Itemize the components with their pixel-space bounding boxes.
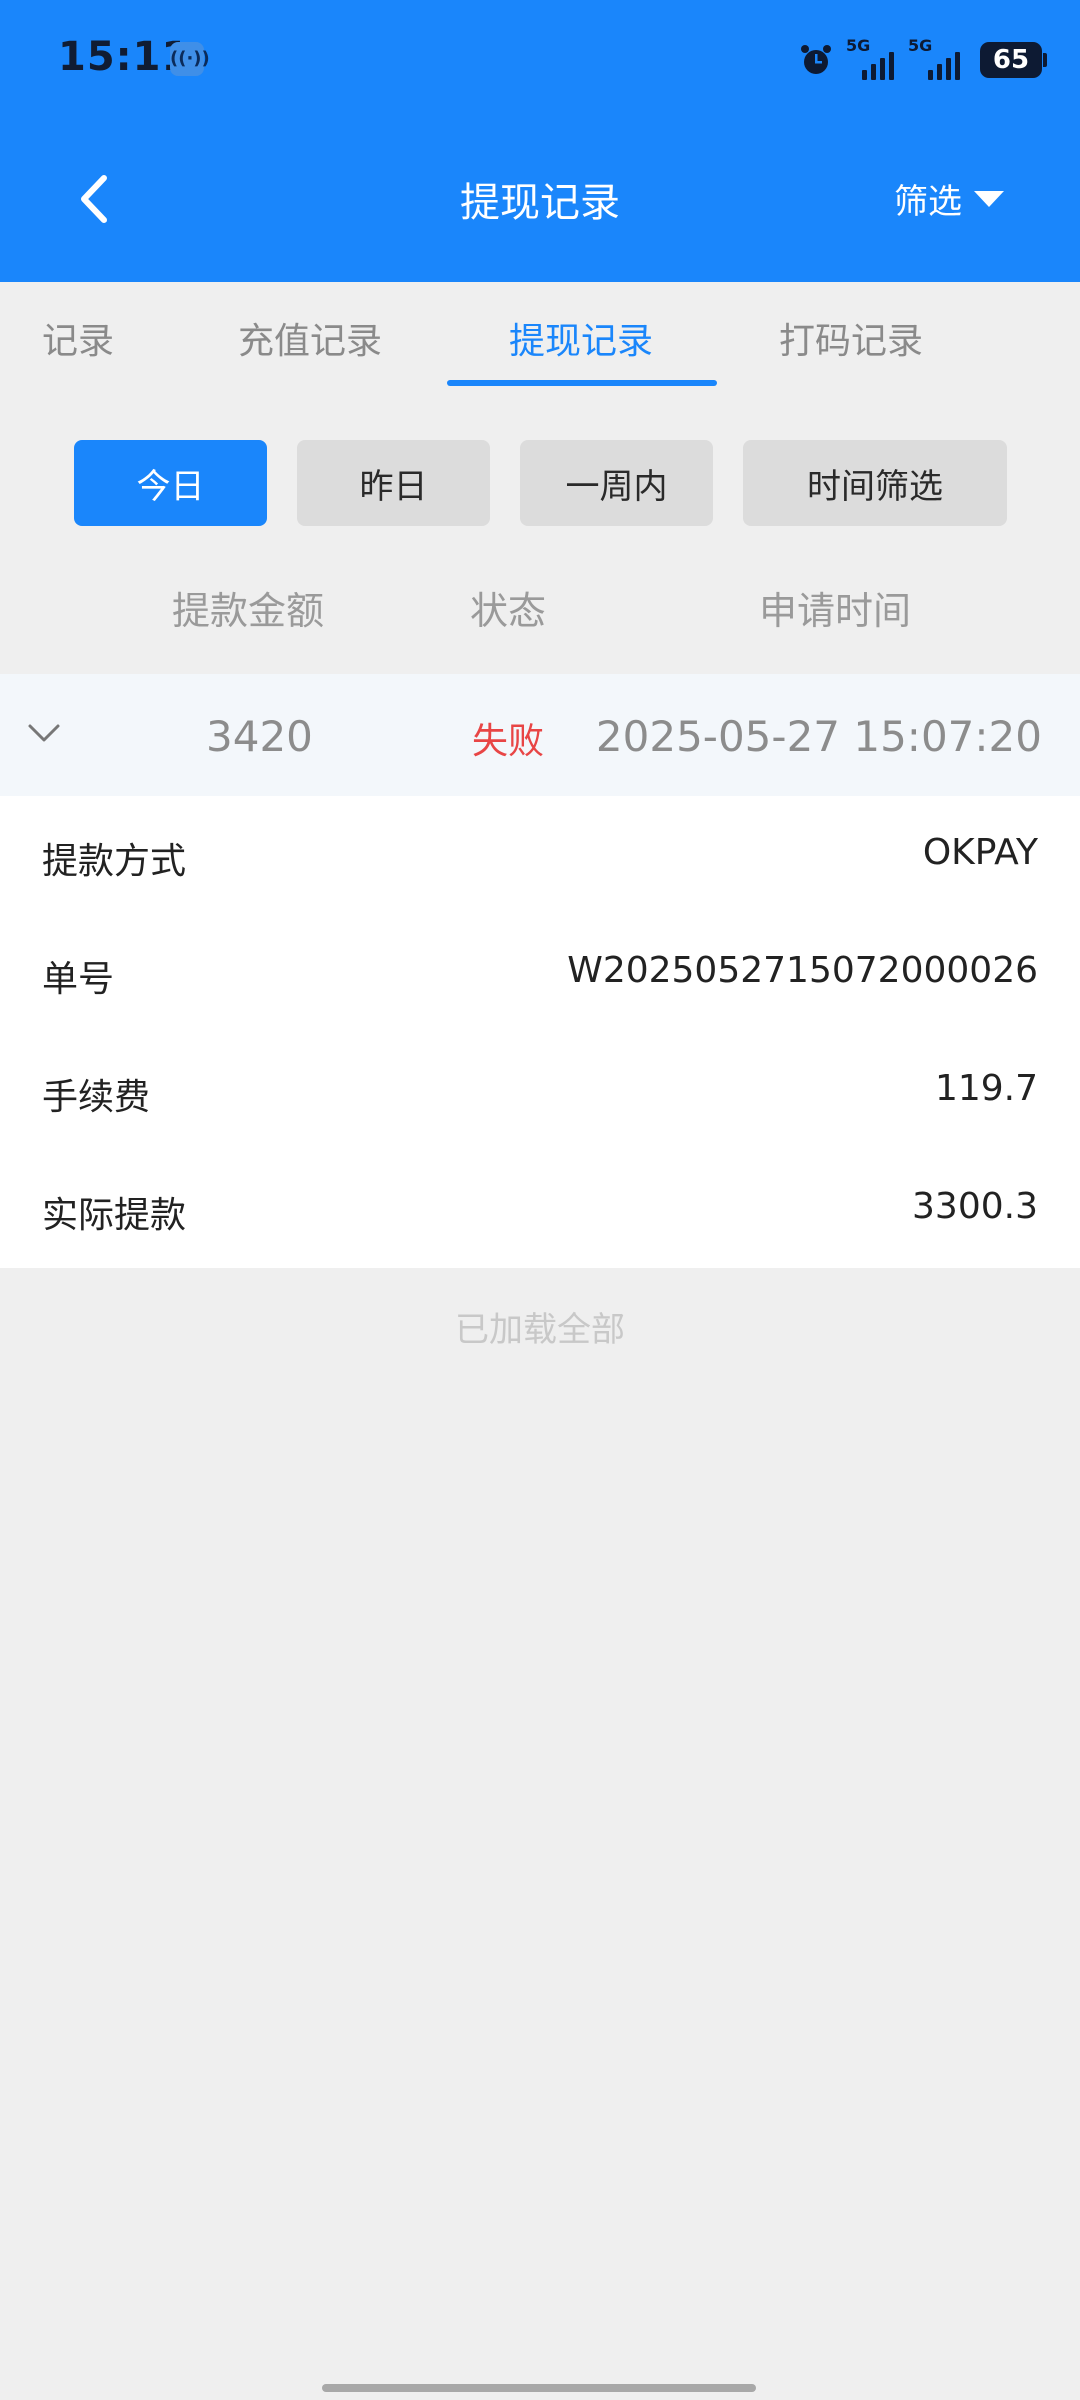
detail-label: 实际提款	[42, 1195, 187, 1236]
tab-betting-records[interactable]: 打码记录	[779, 312, 923, 364]
home-indicator[interactable]	[322, 2384, 756, 2392]
filter-yesterday-button[interactable]: 昨日	[297, 440, 490, 526]
detail-value: W2025052715072000026	[567, 950, 1038, 991]
filter-label: 筛选	[894, 182, 962, 222]
filter-week-button[interactable]: 一周内	[520, 440, 713, 526]
network-type-1: 5G	[846, 36, 871, 55]
detail-value: 3300.3	[912, 1186, 1038, 1227]
column-time: 申请时间	[759, 589, 912, 633]
tab-deposit-records[interactable]: 充值记录	[238, 312, 382, 364]
triangle-down-icon	[974, 190, 1004, 207]
column-status: 状态	[470, 589, 547, 633]
status-icons: 5G 5G 65	[798, 36, 1047, 82]
filter-today-button[interactable]: 今日	[74, 440, 267, 526]
signal-icon-2: 5G	[908, 36, 968, 80]
tab-withdraw-records[interactable]: 提现记录	[509, 312, 653, 364]
detail-value: 119.7	[934, 1068, 1038, 1109]
signal-icon: 5G	[846, 36, 896, 80]
load-complete-text: 已加载全部	[455, 1310, 625, 1350]
active-tab-indicator	[447, 380, 717, 386]
detail-label: 单号	[42, 959, 115, 1000]
detail-row-method: 提款方式 OKPAY	[0, 832, 1080, 892]
status-badge: 失败	[472, 721, 545, 762]
tab-records[interactable]: 记录	[42, 312, 114, 364]
column-headers: 提款金额 状态 申请时间	[0, 580, 1080, 640]
detail-value: OKPAY	[922, 832, 1038, 873]
detail-row-fee: 手续费 119.7	[0, 1068, 1080, 1128]
app-header: 15:11 ((·)) 5G 5G 65 提现记录 筛选	[0, 0, 1080, 282]
record-details: 提款方式 OKPAY 单号 W2025052715072000026 手续费 1…	[0, 796, 1080, 1268]
detail-row-actual: 实际提款 3300.3	[0, 1186, 1080, 1246]
network-type-2: 5G	[908, 36, 933, 55]
date-filter-group: 今日 昨日 一周内 时间筛选	[0, 440, 1080, 526]
chevron-down-icon[interactable]	[24, 714, 64, 754]
detail-row-order-number: 单号 W2025052715072000026	[0, 950, 1080, 1010]
alarm-icon	[801, 45, 831, 74]
record-amount: 3420	[206, 712, 313, 761]
hotspot-icon: ((·))	[170, 42, 210, 76]
detail-label: 手续费	[42, 1077, 151, 1118]
column-amount: 提款金额	[172, 589, 325, 633]
record-time: 2025-05-27 15:07:20	[595, 712, 1042, 761]
filter-button[interactable]: 筛选	[894, 174, 1004, 223]
record-row[interactable]: 3420 失败 2025-05-27 15:07:20	[0, 674, 1080, 796]
record-tabs: 记录 充值记录 提现记录 打码记录	[0, 282, 1080, 386]
battery-icon: 65	[980, 42, 1047, 78]
detail-label: 提款方式	[42, 841, 187, 882]
filter-custom-time-button[interactable]: 时间筛选	[743, 440, 1007, 526]
